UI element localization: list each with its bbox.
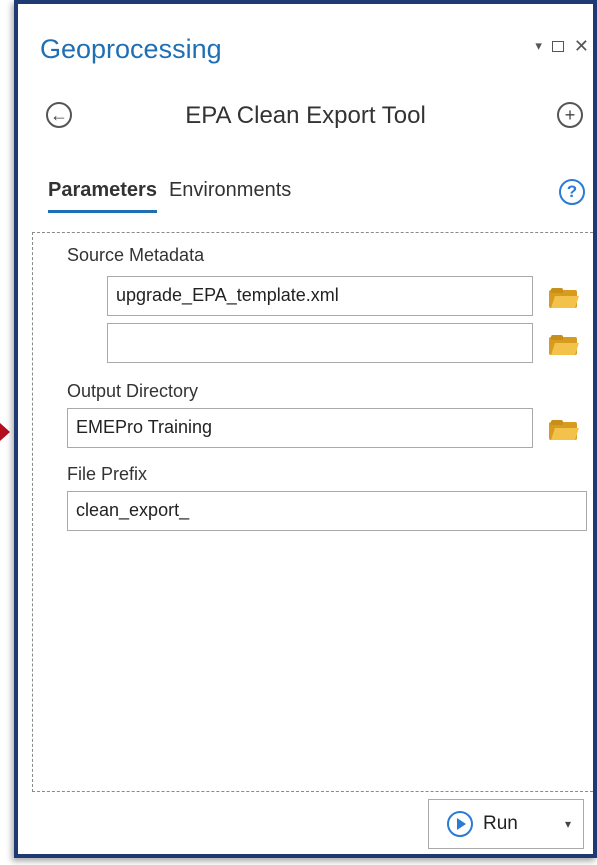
source-metadata-label: Source Metadata bbox=[67, 245, 205, 265]
run-dropdown-icon[interactable]: ▾ bbox=[565, 817, 571, 831]
run-label: Run bbox=[483, 813, 518, 834]
tool-title: EPA Clean Export Tool bbox=[185, 102, 426, 129]
parameters-panel: Source Metadata upgrade_EPA_template.xml… bbox=[32, 232, 593, 792]
browse-folder-icon-3[interactable] bbox=[549, 420, 579, 440]
pane-menu-icon[interactable]: ▾ bbox=[535, 37, 542, 55]
geoprocessing-pane: Geoprocessing ▾ ✕ ← EPA Clean Export Too… bbox=[14, 0, 597, 858]
run-button[interactable]: Run ▾ bbox=[428, 799, 584, 849]
tab-parameters[interactable]: Parameters bbox=[48, 179, 157, 213]
callout-arrow bbox=[0, 423, 10, 441]
maximize-icon[interactable] bbox=[551, 40, 564, 52]
plus-icon: + bbox=[564, 105, 576, 125]
source-metadata-input-2[interactable] bbox=[107, 323, 533, 363]
pane-title: Geoprocessing bbox=[40, 34, 222, 64]
run-play-icon bbox=[447, 811, 473, 837]
close-icon[interactable]: ✕ bbox=[574, 37, 589, 55]
tab-environments[interactable]: Environments bbox=[169, 179, 291, 213]
file-prefix-input[interactable]: clean_export_ bbox=[67, 491, 587, 531]
add-button[interactable]: + bbox=[557, 102, 583, 128]
file-prefix-label: File Prefix bbox=[67, 464, 148, 484]
output-directory-input[interactable]: EMEPro Training bbox=[67, 408, 533, 448]
window-controls: ▾ ✕ bbox=[535, 37, 589, 55]
help-icon[interactable]: ? bbox=[559, 179, 585, 205]
browse-folder-icon-1[interactable] bbox=[549, 288, 579, 308]
tab-bar: Parameters Environments bbox=[48, 179, 291, 213]
output-directory-label: Output Directory bbox=[67, 381, 199, 401]
source-metadata-input-1[interactable]: upgrade_EPA_template.xml bbox=[107, 276, 533, 316]
browse-folder-icon-2[interactable] bbox=[549, 335, 579, 355]
